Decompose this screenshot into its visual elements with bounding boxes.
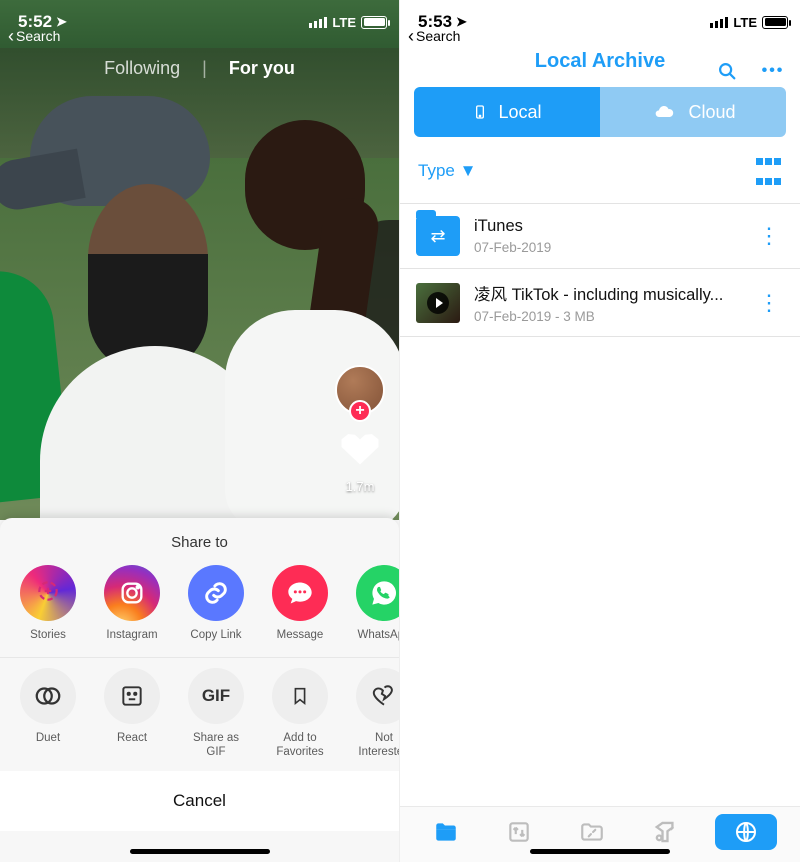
- signal-icon: [309, 17, 327, 28]
- search-button[interactable]: [716, 60, 738, 82]
- share-row-apps: Stories Instagram Copy Link: [0, 561, 399, 655]
- sort-row: Type ▼: [400, 137, 800, 203]
- toolbar-settings[interactable]: [642, 814, 688, 850]
- battery-icon: [762, 16, 788, 29]
- more-button[interactable]: •••: [762, 60, 784, 82]
- list-item[interactable]: 凌风 TikTok - including musically... 07-Fe…: [400, 269, 800, 337]
- signal-icon: [710, 17, 728, 28]
- cancel-button[interactable]: Cancel: [0, 771, 399, 831]
- back-label: Search: [416, 28, 460, 44]
- action-duet[interactable]: Duet: [16, 668, 80, 760]
- link-icon: [188, 565, 244, 621]
- toolbar-browser[interactable]: [715, 814, 777, 850]
- toolbar-files[interactable]: [423, 814, 469, 850]
- share-whatsapp[interactable]: WhatsApp: [352, 565, 399, 643]
- home-indicator[interactable]: [130, 849, 270, 854]
- share-sheet-title: Share to: [0, 518, 399, 561]
- gif-icon: GIF: [188, 668, 244, 724]
- chevron-left-icon: ‹: [408, 29, 414, 43]
- chevron-left-icon: ‹: [8, 29, 14, 43]
- folder-icon: ⇄: [416, 216, 460, 256]
- archive-screen: 5:53 ➤ LTE ‹ Search Local Archive •••: [400, 0, 800, 862]
- item-subtitle: 07-Feb-2019 - 3 MB: [474, 309, 740, 324]
- home-indicator[interactable]: [530, 849, 670, 854]
- sheet-divider: [0, 657, 399, 658]
- view-grid-button[interactable]: [755, 151, 782, 191]
- instagram-icon: [104, 565, 160, 621]
- broken-heart-icon: [356, 668, 399, 724]
- network-label: LTE: [332, 15, 356, 30]
- item-subtitle: 07-Feb-2019: [474, 240, 740, 255]
- author-avatar[interactable]: +: [335, 365, 385, 415]
- like-button[interactable]: [339, 431, 381, 469]
- item-more-button[interactable]: ⋮: [754, 300, 784, 306]
- follow-plus-icon[interactable]: +: [349, 400, 371, 422]
- like-count: 1.7m: [346, 479, 375, 494]
- share-instagram[interactable]: Instagram: [100, 565, 164, 643]
- share-sheet: Share to Stories Instagram: [0, 518, 399, 862]
- tab-separator: |: [202, 58, 207, 79]
- segment-cloud-label: Cloud: [688, 102, 735, 123]
- share-copy-link[interactable]: Copy Link: [184, 565, 248, 643]
- bookmark-icon: [272, 668, 328, 724]
- item-title: iTunes: [474, 217, 740, 236]
- tab-for-you[interactable]: For you: [229, 58, 295, 79]
- battery-icon: [361, 16, 387, 29]
- tab-following[interactable]: Following: [104, 58, 180, 79]
- segment-local[interactable]: Local: [414, 87, 600, 137]
- action-not-interested[interactable]: Not Interested: [352, 668, 399, 760]
- tiktok-screen: 5:52 ➤ LTE ‹ Search Following | For you …: [0, 0, 400, 862]
- back-label: Search: [16, 28, 60, 44]
- action-add-favorites[interactable]: Add to Favorites: [268, 668, 332, 760]
- share-message[interactable]: Message: [268, 565, 332, 643]
- action-share-gif[interactable]: GIF Share as GIF: [184, 668, 248, 760]
- item-more-button[interactable]: ⋮: [754, 233, 784, 239]
- message-icon: [272, 565, 328, 621]
- whatsapp-icon: [356, 565, 399, 621]
- feed-tabs: Following | For you: [0, 58, 399, 79]
- back-to-search[interactable]: ‹ Search: [408, 28, 460, 44]
- back-to-search[interactable]: ‹ Search: [8, 28, 60, 44]
- toolbar-transfer[interactable]: [496, 814, 542, 850]
- sort-by-type[interactable]: Type ▼: [418, 161, 476, 181]
- video-thumbnail: [416, 283, 460, 323]
- action-rail: + 1.7m: [333, 365, 387, 494]
- segment-cloud[interactable]: Cloud: [600, 87, 786, 137]
- share-stories[interactable]: Stories: [16, 565, 80, 643]
- duet-icon: [20, 668, 76, 724]
- segment-local-label: Local: [498, 102, 541, 123]
- toolbar-remote[interactable]: [569, 814, 615, 850]
- chevron-down-icon: ▼: [460, 161, 477, 180]
- item-title: 凌风 TikTok - including musically...: [474, 281, 740, 305]
- action-react[interactable]: React: [100, 668, 164, 760]
- list-item[interactable]: ⇄ iTunes 07-Feb-2019 ⋮: [400, 203, 800, 269]
- file-list: ⇄ iTunes 07-Feb-2019 ⋮ 凌风 TikTok - inclu…: [400, 203, 800, 337]
- network-label: LTE: [733, 15, 757, 30]
- stories-icon: [35, 578, 61, 609]
- share-row-actions: Duet React GIF Share as GIF Add to Favor…: [0, 664, 399, 772]
- storage-segment: Local Cloud: [414, 87, 786, 137]
- react-icon: [104, 668, 160, 724]
